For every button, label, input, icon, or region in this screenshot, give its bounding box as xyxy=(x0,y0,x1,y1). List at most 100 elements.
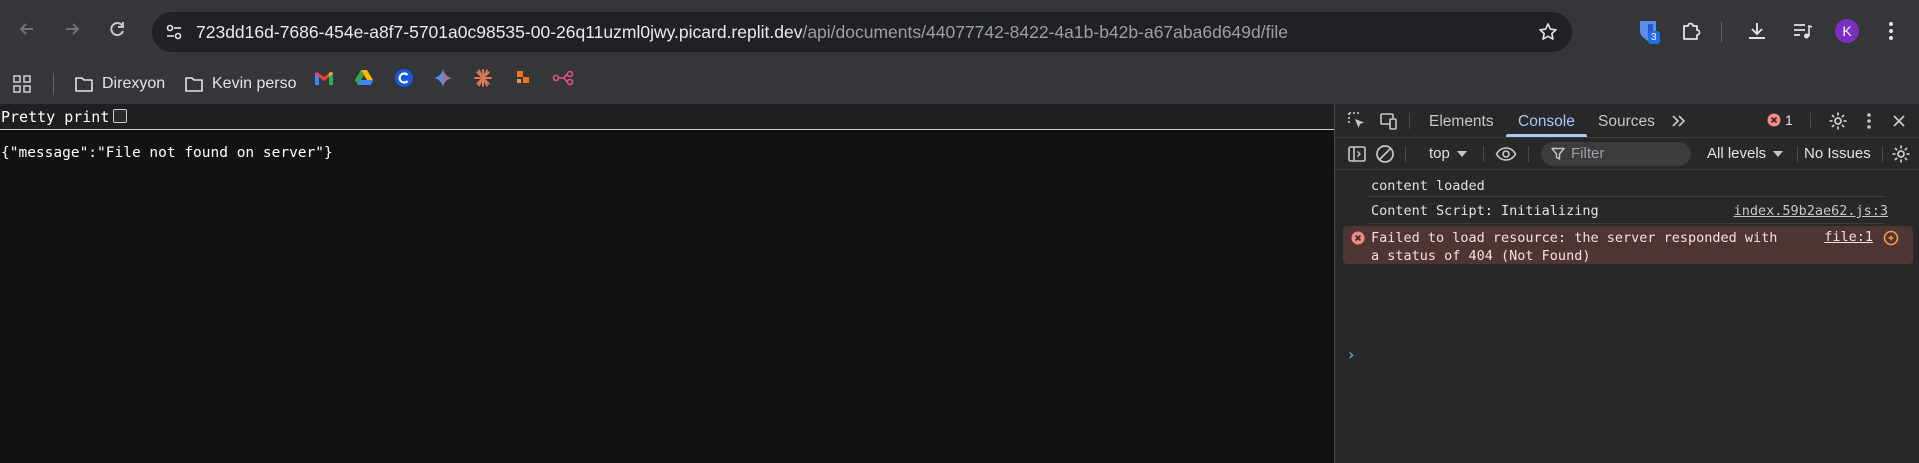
devtools-divider xyxy=(1810,113,1811,129)
more-tabs-button[interactable] xyxy=(1667,109,1691,133)
pretty-print-checkbox[interactable] xyxy=(113,109,127,123)
back-button[interactable] xyxy=(12,14,42,44)
live-expression-button[interactable] xyxy=(1494,142,1518,166)
puzzle-icon xyxy=(1683,22,1701,40)
console-filter-input[interactable]: Filter xyxy=(1541,142,1691,166)
devtools-menu-button[interactable] xyxy=(1857,109,1881,133)
bookmarks-bar: Direxyon Kevin perso xyxy=(0,64,1919,104)
bookmark-folder-direxyon[interactable]: Direxyon xyxy=(74,71,165,97)
bookmark-flow-site[interactable] xyxy=(552,67,574,89)
flow-icon xyxy=(552,70,574,86)
console-message-source-link[interactable]: index.59b2ae62.js:3 xyxy=(1734,203,1888,219)
bookmark-orange-site[interactable] xyxy=(512,67,534,89)
reload-icon xyxy=(110,22,124,37)
bookmark-c-site[interactable] xyxy=(393,67,415,89)
reload-button[interactable] xyxy=(102,14,132,44)
eye-icon xyxy=(1495,147,1517,161)
site-info-button[interactable] xyxy=(160,18,188,46)
clear-console-button[interactable] xyxy=(1373,142,1397,166)
apps-button[interactable] xyxy=(12,71,40,97)
bookmark-google-drive[interactable] xyxy=(353,67,375,89)
url-path: /api/documents/44077742-8422-4a1b-b42b-a… xyxy=(802,22,1288,42)
issues-label: No Issues xyxy=(1804,145,1871,162)
console-prompt-caret[interactable]: › xyxy=(1348,345,1354,364)
folder-icon xyxy=(75,77,93,92)
gear-icon xyxy=(1829,112,1847,130)
error-text-line2: a status of 404 (Not Found) xyxy=(1371,248,1591,264)
console-message-text: content loaded xyxy=(1371,178,1485,194)
toolbar-divider xyxy=(1721,22,1722,42)
devtools-settings-button[interactable] xyxy=(1826,109,1850,133)
star-icon xyxy=(1539,23,1557,40)
error-circle-icon xyxy=(1351,231,1365,245)
extension-badge: 3 xyxy=(1648,31,1660,44)
c-logo-icon xyxy=(395,69,413,87)
extension-bitwarden-button[interactable]: 3 xyxy=(1634,17,1662,45)
avatar: K xyxy=(1835,19,1859,43)
browser-toolbar: 723dd16d-7686-454e-a8f7-5701a0c98535-00-… xyxy=(0,0,1919,64)
bookmark-star-button[interactable] xyxy=(1536,20,1560,44)
console-settings-button[interactable] xyxy=(1889,142,1913,166)
bookmark-claude[interactable] xyxy=(472,67,494,89)
log-levels-selector[interactable]: All levels xyxy=(1707,145,1784,162)
page-viewport: Pretty print {"message":"File not found … xyxy=(0,104,1334,463)
console-toolbar: top Filter All levels No Issues xyxy=(1335,138,1919,170)
download-icon xyxy=(1749,23,1765,39)
json-response: {"message":"File not found on server"} xyxy=(1,145,333,161)
bookmark-label: Direxyon xyxy=(102,75,166,92)
filter-placeholder: Filter xyxy=(1571,145,1605,162)
filter-funnel-icon xyxy=(1551,147,1565,160)
bookmark-folder-kevin-perso[interactable]: Kevin perso xyxy=(184,71,297,97)
devtools-divider xyxy=(1405,146,1406,162)
google-drive-icon xyxy=(355,70,373,85)
error-count: 1 xyxy=(1785,112,1793,128)
bookmark-divider xyxy=(53,73,54,95)
tune-icon xyxy=(166,24,182,40)
error-source-link[interactable]: file:1 xyxy=(1824,229,1873,245)
devtools-panel: Elements Console Sources 1 top Filter Al… xyxy=(1334,104,1919,463)
media-queue-icon xyxy=(1794,24,1813,39)
extensions-button[interactable] xyxy=(1677,17,1705,45)
close-devtools-button[interactable] xyxy=(1887,109,1911,133)
device-toolbar-button[interactable] xyxy=(1377,109,1401,133)
error-counter-button[interactable]: 1 xyxy=(1767,112,1793,128)
console-message: Content Script: Initializing index.59b2a… xyxy=(1335,197,1919,223)
clear-console-icon xyxy=(1376,145,1394,163)
media-control-button[interactable] xyxy=(1788,17,1816,45)
console-separator xyxy=(1369,223,1885,224)
profile-button[interactable]: K xyxy=(1833,17,1861,45)
bookmark-gmail[interactable] xyxy=(313,67,335,89)
downloads-button[interactable] xyxy=(1743,17,1771,45)
gmail-icon xyxy=(315,72,333,85)
caret-down-icon xyxy=(1456,150,1467,157)
bookmark-gemini[interactable] xyxy=(432,67,454,89)
sidebar-icon xyxy=(1348,146,1366,162)
devtools-divider xyxy=(1882,146,1883,162)
tab-console[interactable]: Console xyxy=(1518,113,1575,131)
kebab-menu-icon xyxy=(1889,22,1893,40)
arrow-right-icon xyxy=(66,23,80,35)
show-sidebar-button[interactable] xyxy=(1345,142,1369,166)
address-bar[interactable]: 723dd16d-7686-454e-a8f7-5701a0c98535-00-… xyxy=(152,12,1572,52)
tab-sources[interactable]: Sources xyxy=(1598,113,1655,131)
inspect-element-button[interactable] xyxy=(1345,109,1369,133)
apps-grid-icon xyxy=(13,75,31,93)
active-tab-indicator xyxy=(1506,134,1587,137)
issues-button[interactable]: No Issues xyxy=(1804,145,1871,162)
log-levels-value: All levels xyxy=(1707,145,1767,162)
devtools-divider xyxy=(1409,113,1410,129)
caret-down-icon xyxy=(1773,150,1784,157)
devtools-divider xyxy=(1483,146,1484,162)
devtools-divider xyxy=(1528,146,1529,162)
error-text-line1: Failed to load resource: the server resp… xyxy=(1371,230,1778,246)
forward-button[interactable] xyxy=(57,14,87,44)
console-messages: content loaded Content Script: Initializ… xyxy=(1335,170,1919,463)
pretty-print-label: Pretty print xyxy=(1,108,110,126)
console-message: content loaded xyxy=(1335,170,1919,196)
tab-elements[interactable]: Elements xyxy=(1429,113,1494,131)
browser-menu-button[interactable] xyxy=(1877,17,1905,45)
kebab-menu-icon xyxy=(1867,113,1871,129)
context-selector[interactable]: top xyxy=(1429,145,1467,162)
arrow-left-icon xyxy=(19,23,33,35)
ai-insight-icon[interactable] xyxy=(1883,230,1899,246)
